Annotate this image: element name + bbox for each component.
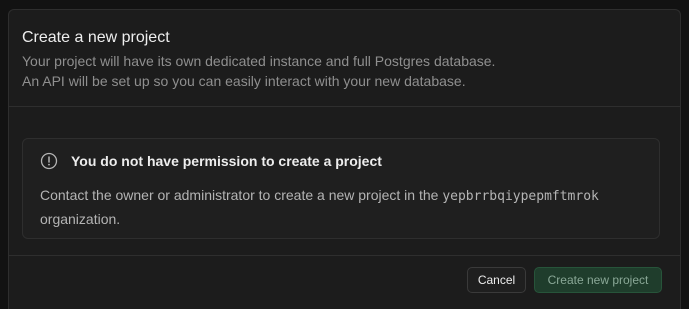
alert-message: Contact the owner or administrator to cr… bbox=[40, 184, 650, 230]
cancel-button[interactable]: Cancel bbox=[467, 267, 526, 293]
alert-title: You do not have permission to create a p… bbox=[71, 153, 382, 169]
dialog-footer: Cancel Create new project bbox=[9, 256, 680, 309]
organization-slug: yepbrrbqiypepmftmrok bbox=[442, 189, 599, 204]
create-new-project-button[interactable]: Create new project bbox=[534, 267, 662, 293]
dialog-title: Create a new project bbox=[22, 29, 170, 46]
dialog-description: Your project will have its own dedicated… bbox=[22, 51, 495, 91]
dialog-header: Create a new project Your project will h… bbox=[9, 10, 680, 107]
dialog-body: You do not have permission to create a p… bbox=[9, 107, 680, 256]
dialog-description-line: An API will be set up so you can easily … bbox=[22, 73, 466, 89]
alert-message-suffix: organization. bbox=[40, 211, 121, 227]
alert-circle-icon bbox=[40, 152, 58, 170]
create-project-dialog: Create a new project Your project will h… bbox=[8, 9, 681, 309]
permission-alert: You do not have permission to create a p… bbox=[22, 138, 660, 239]
dialog-description-line: Your project will have its own dedicated… bbox=[22, 53, 496, 69]
alert-message-prefix: Contact the owner or administrator to cr… bbox=[40, 187, 443, 203]
